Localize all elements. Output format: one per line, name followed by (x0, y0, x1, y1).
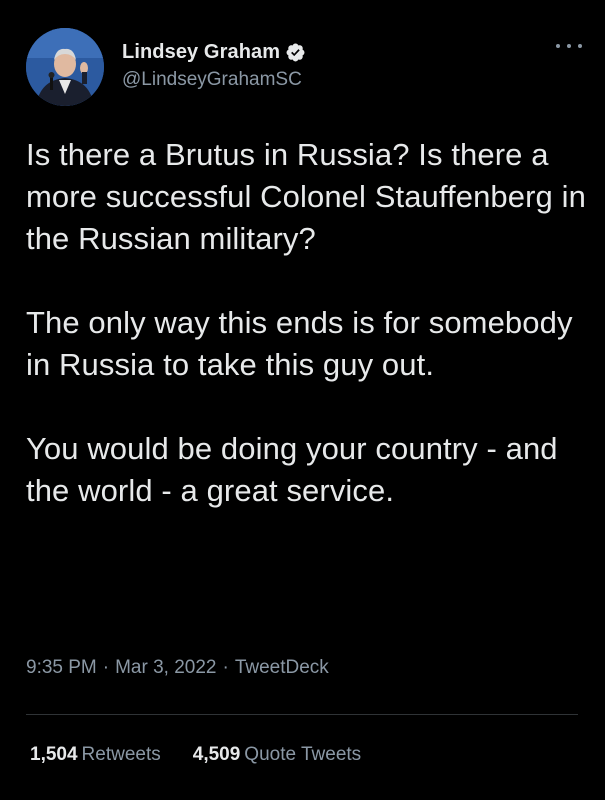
tweet-paragraph: Is there a Brutus in Russia? Is there a … (26, 137, 586, 256)
quote-tweets-stat[interactable]: 4,509 Quote Tweets (193, 744, 361, 766)
author-handle[interactable]: @LindseyGrahamSC (122, 69, 306, 91)
tweet-stats: 1,504 Retweets 4,509 Quote Tweets (30, 744, 393, 766)
quote-tweets-label: Quote Tweets (244, 744, 362, 765)
divider (26, 714, 578, 715)
author-avatar[interactable] (26, 28, 104, 106)
tweet-time[interactable]: 9:35 PM (26, 657, 97, 678)
tweet-text: Is there a Brutus in Russia? Is there a … (26, 134, 591, 512)
verified-badge-icon (285, 42, 306, 63)
tweet-header: Lindsey Graham @LindseyGrahamSC (26, 28, 586, 108)
tweet-paragraph: You would be doing your country - and th… (26, 431, 558, 508)
more-options-icon[interactable] (556, 36, 582, 56)
display-name-row: Lindsey Graham (122, 40, 306, 64)
retweets-stat[interactable]: 1,504 Retweets (30, 744, 161, 766)
tweet-metadata: 9:35 PM · Mar 3, 2022 · TweetDeck (26, 657, 329, 679)
profile-photo (26, 28, 104, 106)
tweet-date[interactable]: Mar 3, 2022 (115, 657, 216, 678)
meta-separator: · (222, 657, 229, 678)
retweets-count: 1,504 (30, 744, 78, 765)
author-display-name[interactable]: Lindsey Graham (122, 41, 280, 64)
quote-tweets-count: 4,509 (192, 744, 241, 765)
retweets-label: Retweets (81, 744, 161, 765)
tweet-source[interactable]: TweetDeck (235, 657, 329, 678)
tweet-detail: Lindsey Graham @LindseyGrahamSC Is there… (0, 0, 605, 800)
tweet-paragraph: The only way this ends is for somebody i… (26, 305, 573, 382)
author-names: Lindsey Graham @LindseyGrahamSC (122, 40, 306, 91)
meta-separator: · (102, 657, 110, 678)
